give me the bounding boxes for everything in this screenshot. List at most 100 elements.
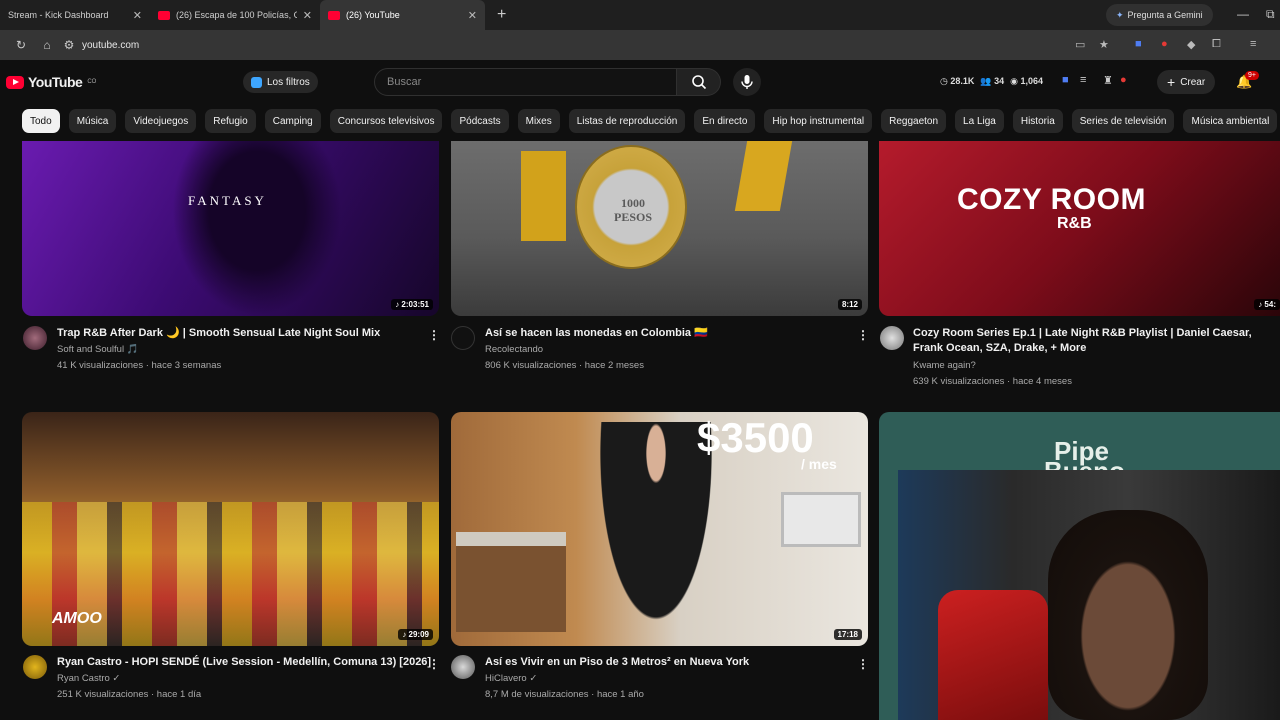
channel-name[interactable]: Kwame again?: [913, 360, 976, 371]
url-field[interactable]: youtube.com: [82, 40, 139, 51]
extension-icon[interactable]: ■: [1062, 74, 1069, 86]
views-stat: ◷ 28.1K: [940, 76, 975, 86]
filters-button[interactable]: Los filtros: [243, 71, 318, 93]
trophy-icon[interactable]: ♜: [1103, 74, 1113, 87]
close-tab-icon[interactable]: ✕: [297, 9, 312, 22]
tab-title: (26) YouTube: [346, 10, 400, 20]
video-thumbnail[interactable]: FANTASY ♪ 2:03:51: [22, 141, 439, 316]
chip-mixes[interactable]: Mixes: [517, 109, 560, 133]
create-button[interactable]: + Crear: [1157, 70, 1216, 94]
chip-musica[interactable]: Música: [68, 109, 117, 133]
video-meta: 251 K visualizaciones · hace 1 día: [57, 689, 202, 700]
gemini-button[interactable]: ✦ Pregunta a Gemini: [1106, 4, 1213, 26]
channel-name[interactable]: Ryan Castro ✓: [57, 673, 120, 684]
chip-series[interactable]: Series de televisión: [1071, 109, 1175, 133]
extension-icon[interactable]: ■: [1135, 38, 1142, 50]
channel-name[interactable]: Soft and Soulful 🎵: [57, 344, 139, 355]
create-label: Crear: [1180, 76, 1206, 88]
tab-title: Stream - Kick Dashboard: [8, 10, 109, 20]
filters-label: Los filtros: [267, 76, 310, 88]
reload-icon[interactable]: ↻: [8, 38, 34, 52]
video-meta: 639 K visualizaciones · hace 4 meses: [913, 376, 1072, 387]
chip-musica-ambiental[interactable]: Música ambiental: [1183, 109, 1278, 133]
queue-icon[interactable]: ≡: [1080, 74, 1086, 86]
video-thumbnail[interactable]: $3500 / mes 17:18: [451, 412, 868, 646]
thumbnail-overlay-text: FANTASY: [188, 193, 267, 208]
channel-avatar[interactable]: [23, 326, 47, 350]
chip-reggaeton[interactable]: Reggaeton: [881, 109, 947, 133]
chip-camping[interactable]: Camping: [264, 109, 321, 133]
video-meta: 41 K visualizaciones · hace 3 semanas: [57, 360, 222, 371]
more-options-icon[interactable]: ⋮: [857, 657, 869, 671]
more-options-icon[interactable]: ⋮: [428, 328, 440, 342]
duration-badge: ♪ 29:09: [398, 629, 433, 640]
youtube-play-icon: [6, 75, 24, 89]
search-input[interactable]: Buscar: [374, 68, 677, 96]
duration-badge: 8:12: [837, 299, 862, 310]
press-yellow-shape: [734, 141, 793, 211]
reading-list-icon[interactable]: ≡: [1250, 38, 1256, 50]
chip-videojuegos[interactable]: Videojuegos: [125, 109, 197, 133]
chip-concursos[interactable]: Concursos televisivos: [329, 109, 443, 133]
extension-icon[interactable]: ◆: [1187, 38, 1195, 51]
home-icon[interactable]: ⌂: [34, 38, 60, 52]
chip-en-directo[interactable]: En directo: [694, 109, 756, 133]
microwave-shape: [781, 492, 861, 547]
thumbnail-overlay-text: $3500: [697, 414, 814, 461]
thumbnail-overlay-subtext: R&B: [1057, 215, 1092, 232]
video-thumbnail[interactable]: COZY ROOM R&B ♪ 54:: [879, 141, 1280, 316]
cast-icon[interactable]: ▭: [1075, 38, 1085, 51]
channel-avatar[interactable]: [451, 655, 475, 679]
youtube-favicon-icon: [328, 10, 340, 20]
video-title[interactable]: Así se hacen las monedas en Colombia 🇨🇴: [485, 326, 835, 341]
chip-refugio[interactable]: Refugio: [205, 109, 256, 133]
plus-icon: +: [1167, 74, 1176, 90]
chip-listas[interactable]: Listas de reproducción: [568, 109, 686, 133]
video-thumbnail[interactable]: 1000 PESOS 8:12: [451, 141, 868, 316]
channel-name[interactable]: HiClavero ✓: [485, 673, 537, 684]
close-tab-icon[interactable]: ✕: [127, 9, 142, 22]
more-options-icon[interactable]: ⋮: [857, 328, 869, 342]
address-bar-row: ↻ ⌂ ⚙ youtube.com: [0, 30, 1280, 60]
chip-todo[interactable]: Todo: [22, 109, 60, 133]
video-thumbnail[interactable]: AMOO ♪ 29:09: [22, 412, 439, 646]
chip-la-liga[interactable]: La Liga: [955, 109, 1004, 133]
video-title[interactable]: Trap R&B After Dark 🌙 | Smooth Sensual L…: [57, 326, 407, 341]
restore-icon[interactable]: ⧉: [1266, 7, 1275, 22]
streamer-head-shape: [1048, 510, 1208, 720]
thumbnail-overlay-subtext: / mes: [801, 456, 837, 472]
press-yellow-shape: [521, 151, 566, 241]
tab-kick[interactable]: Stream - Kick Dashboard ✕: [0, 0, 150, 30]
channel-name[interactable]: Recolectando: [485, 344, 543, 355]
close-tab-icon[interactable]: ✕: [462, 9, 477, 22]
chip-podcasts[interactable]: Pódcasts: [451, 109, 509, 133]
video-title[interactable]: Ryan Castro - HOPI SENDÉ (Live Session -…: [57, 655, 431, 670]
more-options-icon[interactable]: ⋮: [428, 657, 440, 671]
voice-search-button[interactable]: [733, 68, 761, 96]
search-button[interactable]: [677, 68, 721, 96]
extensions-puzzle-icon[interactable]: ⧠: [1212, 38, 1221, 51]
channel-avatar[interactable]: [23, 655, 47, 679]
youtube-logo[interactable]: YouTube CO: [6, 74, 96, 90]
tab-escapa[interactable]: (26) Escapa de 100 Policías, Ga ✕: [150, 0, 320, 30]
chip-historia[interactable]: Historia: [1012, 109, 1063, 133]
site-settings-icon[interactable]: ⚙: [60, 38, 78, 52]
thumbnail-overlay-text: COZY ROOM: [957, 183, 1146, 216]
video-title[interactable]: Así es Vivir en un Piso de 3 Metros² en …: [485, 655, 845, 670]
gemini-label: Pregunta a Gemini: [1127, 10, 1203, 20]
chip-hip-hop[interactable]: Hip hop instrumental: [764, 109, 873, 133]
new-tab-button[interactable]: +: [497, 6, 506, 24]
channel-avatar[interactable]: [880, 326, 904, 350]
duration-badge: ♪ 2:03:51: [391, 299, 433, 310]
video-meta: 8,7 M de visualizaciones · hace 1 año: [485, 689, 644, 700]
tab-youtube[interactable]: (26) YouTube ✕: [320, 0, 485, 30]
bookmark-star-icon[interactable]: ★: [1099, 38, 1109, 51]
channel-avatar[interactable]: [451, 326, 475, 350]
bed-shape: [456, 532, 566, 632]
notification-badge: 9+: [1245, 71, 1259, 80]
minimize-icon[interactable]: —: [1237, 7, 1249, 21]
tab-title: (26) Escapa de 100 Policías, Ga: [176, 10, 297, 20]
alert-icon[interactable]: ●: [1120, 74, 1127, 86]
video-title[interactable]: Cozy Room Series Ep.1 | Late Night R&B P…: [913, 326, 1275, 356]
extension-icon[interactable]: ●: [1161, 38, 1168, 50]
